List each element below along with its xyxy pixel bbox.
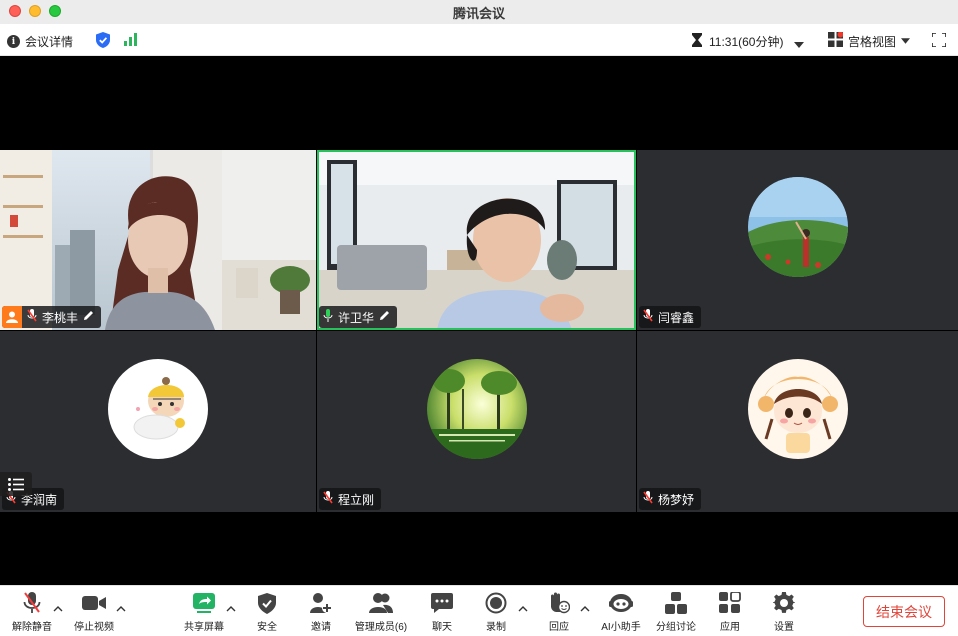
participant-tile-xuweihua[interactable]: 许卫华 [317,150,636,330]
participant-nametag: 闫睿鑫 [639,306,702,328]
record-button[interactable]: 录制 [466,591,526,633]
rename-pencil-icon[interactable] [379,310,390,324]
mic-muted-icon [643,309,653,325]
hand-emoji-icon [546,591,572,615]
participant-video-feed [0,150,316,330]
participant-nametag: 李桃丰 [2,306,102,328]
zoom-window-button[interactable] [49,5,61,17]
participant-nametag: 程立刚 [319,488,382,510]
participant-grid: 李桃丰 许卫华 闫睿鑫 李润南 程立刚 杨梦妤 [0,150,958,512]
chat-label: 聊天 [432,622,452,633]
video-stage: 李桃丰 许卫华 闫睿鑫 李润南 程立刚 杨梦妤 [0,56,958,585]
member-list-icon[interactable] [0,472,32,496]
participant-tile-lirunnan[interactable]: 李润南 [0,331,316,512]
participant-avatar [108,358,208,459]
participant-name: 李桃丰 [42,310,79,325]
meeting-details-button[interactable]: i 会议详情 [7,33,73,50]
shield-icon[interactable] [96,32,110,51]
view-mode-dropdown-icon [901,38,911,44]
security-button[interactable]: 安全 [237,591,297,633]
security-label: 安全 [257,622,277,633]
breakout-label: 分组讨论 [656,622,696,633]
meeting-timer: 11:31(60分钟) [709,35,784,49]
view-mode-button[interactable]: 宫格视图 [828,31,911,50]
participant-avatar [747,177,848,278]
breakout-rooms-button[interactable]: 分组讨论 [646,591,706,633]
meeting-info-bar: i 会议详情 11:31(60分钟) 宫格视图 [0,24,958,56]
react-label: 回应 [549,622,569,633]
apps-button[interactable]: 应用 [700,591,760,633]
apps-label: 应用 [720,622,740,633]
network-signal-icon[interactable] [124,33,138,49]
participant-tile-litaofeng[interactable]: 李桃丰 [0,150,316,330]
meeting-details-label: 会议详情 [25,35,74,49]
chevron-up-icon[interactable] [580,604,590,614]
minimize-window-button[interactable] [29,5,41,17]
shield-icon [254,591,280,615]
mic-active-icon [323,309,333,325]
mic-muted-icon [323,491,333,507]
unmute-label: 解除静音 [12,622,52,633]
timer-dropdown-icon[interactable] [794,37,804,51]
breakout-icon [663,591,689,615]
participant-tile-chenglgang[interactable]: 程立刚 [317,331,636,512]
chevron-up-icon[interactable] [53,604,63,614]
host-icon [2,306,22,328]
record-label: 录制 [486,622,506,633]
stop-video-button[interactable]: 停止视频 [64,591,124,633]
invite-button[interactable]: 邀请 [291,591,351,633]
participant-avatar [426,358,527,459]
gear-icon [771,591,797,615]
record-icon [483,591,509,615]
rename-pencil-icon[interactable] [83,310,94,324]
fullscreen-icon[interactable] [931,32,947,50]
settings-label: 设置 [774,622,794,633]
invite-label: 邀请 [311,622,331,633]
mic-muted-icon [643,491,653,507]
settings-button[interactable]: 设置 [754,591,814,633]
participant-nametag: 许卫华 [319,306,398,328]
manage-members-button[interactable]: 管理成员(6) [351,591,411,633]
chevron-up-icon[interactable] [226,604,236,614]
robot-icon [608,591,634,615]
participant-name: 杨梦妤 [658,492,695,507]
chevron-up-icon[interactable] [518,604,528,614]
info-icon: i [7,35,20,48]
view-mode-label: 宫格视图 [848,34,897,49]
participant-tile-yanruixin[interactable]: 闫睿鑫 [637,150,958,330]
participant-name: 闫睿鑫 [658,310,695,325]
add-user-icon [308,591,334,615]
chat-button[interactable]: 聊天 [412,591,472,633]
end-meeting-button[interactable]: 结束会议 [863,596,945,627]
apps-grid-icon [717,591,743,615]
manage-members-label: 管理成员(6) [354,622,408,633]
members-icon [368,591,394,615]
window-controls [9,5,61,17]
window-title: 腾讯会议 [452,5,505,21]
grid-view-icon [828,31,844,50]
mic-muted-icon [27,309,37,325]
participant-video-feed [317,150,636,330]
participant-avatar [747,358,848,459]
share-screen-button[interactable]: 共享屏幕 [174,591,234,633]
ai-assistant-label: AI小助手 [601,622,641,633]
participant-nametag: 杨梦妤 [639,488,702,510]
participant-tile-yangmengyu[interactable]: 杨梦妤 [637,331,958,512]
participant-name: 许卫华 [338,310,375,325]
share-screen-label: 共享屏幕 [184,622,224,633]
close-window-button[interactable] [9,5,21,17]
meeting-toolbar: 解除静音 停止视频 共享屏幕 安全 邀请 管理成员(6) 聊天 录制 回应 AI… [0,585,958,636]
chat-icon [429,591,455,615]
camera-icon [81,591,107,615]
chevron-up-icon[interactable] [116,604,126,614]
stop-video-label: 停止视频 [74,622,114,633]
title-bar: 腾讯会议 [0,0,958,24]
mic-muted-icon [19,591,45,615]
ai-assistant-button[interactable]: AI小助手 [591,591,651,633]
share-screen-icon [191,591,217,615]
participant-name: 程立刚 [338,492,375,507]
hourglass-icon [692,33,702,50]
